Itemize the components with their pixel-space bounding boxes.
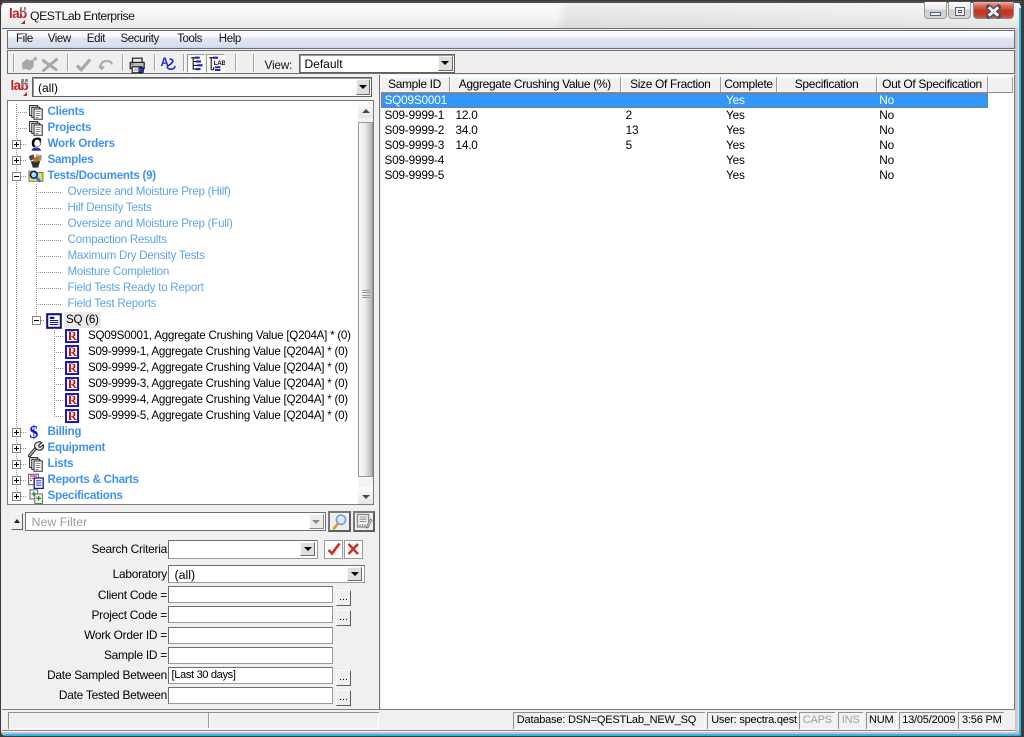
- svg-text:LAB: LAB: [214, 60, 225, 67]
